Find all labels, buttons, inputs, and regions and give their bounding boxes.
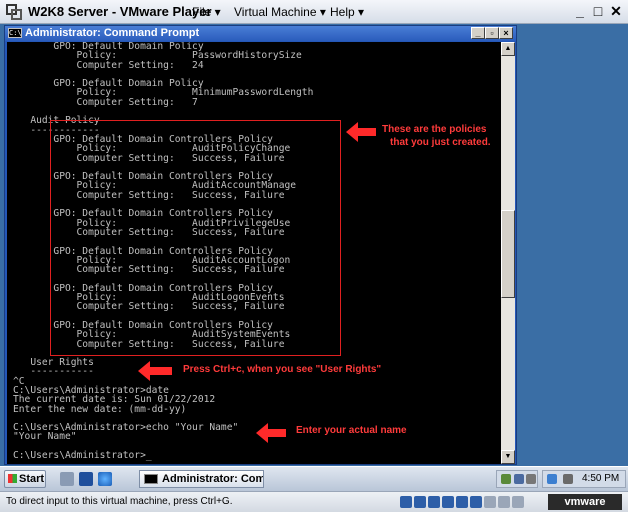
network-adapter-device-icon[interactable] xyxy=(442,496,454,508)
user-rights-note: Press Ctrl+c, when you see "User Rights" xyxy=(183,364,382,375)
message-device-icon[interactable] xyxy=(512,496,524,508)
guest-desktop[interactable]: C:\ Administrator: Command Prompt _ ▫ × … xyxy=(0,24,628,491)
arrow-policies-icon xyxy=(346,122,376,142)
policies-note-line1: These are the policies xyxy=(382,124,487,135)
close-button[interactable]: ✕ xyxy=(608,3,624,20)
vmware-app-icon xyxy=(6,4,22,20)
arrow-name-icon xyxy=(256,423,286,443)
scroll-thumb[interactable] xyxy=(501,210,515,298)
speaker-tray-icon[interactable] xyxy=(563,474,573,484)
display-device-icon[interactable] xyxy=(498,496,510,508)
console-scrollbar[interactable]: ▲ ▼ xyxy=(501,42,515,464)
menu-file[interactable]: File ▾ xyxy=(192,5,221,19)
taskbar-item-command-prompt[interactable]: Administrator: Comm... xyxy=(139,470,264,488)
hard-disk-device-icon[interactable] xyxy=(400,496,412,508)
cmd-minimize-button[interactable]: _ xyxy=(471,27,485,39)
start-label: Start xyxy=(19,473,45,485)
cd-drive-device-icon[interactable] xyxy=(414,496,426,508)
cmd-icon: C:\ xyxy=(8,28,22,38)
cmd-close-button[interactable]: × xyxy=(499,27,513,39)
audit-policy-highlight-box xyxy=(50,120,341,356)
vmware-window-title: W2K8 Server - VMware Player xyxy=(28,4,212,19)
vmware-status-bar: To direct input to this virtual machine,… xyxy=(0,491,628,512)
cmd-maximize-button[interactable]: ▫ xyxy=(485,27,499,39)
status-message: To direct input to this virtual machine,… xyxy=(6,496,233,507)
printer-device-icon[interactable] xyxy=(484,496,496,508)
volume-tray-icon[interactable] xyxy=(547,474,557,484)
start-button[interactable]: Start xyxy=(4,470,46,488)
maximize-button[interactable]: □ xyxy=(590,3,606,19)
arrow-user-rights-icon xyxy=(138,361,172,381)
taskbar-item-label: Administrator: Comm... xyxy=(162,473,264,485)
windows-logo-icon xyxy=(8,474,17,483)
vmware-logo: vmware xyxy=(548,494,622,510)
minimize-button[interactable]: _ xyxy=(572,3,588,19)
internet-explorer-icon[interactable] xyxy=(98,472,112,486)
menu-help[interactable]: Help ▾ xyxy=(330,5,364,19)
menu-virtual-machine[interactable]: Virtual Machine ▾ xyxy=(234,5,326,19)
cmd-taskbar-icon xyxy=(144,474,158,484)
tray-app-icon[interactable] xyxy=(514,474,524,484)
cmd-titlebar[interactable]: C:\ Administrator: Command Prompt _ ▫ × xyxy=(5,26,516,41)
floppy-device-icon[interactable] xyxy=(428,496,440,508)
powershell-icon[interactable] xyxy=(79,472,93,486)
network-tray-icon[interactable] xyxy=(501,474,511,484)
cmd-window-title: Administrator: Command Prompt xyxy=(25,27,200,39)
taskbar-clock[interactable]: 4:50 PM xyxy=(582,473,619,484)
server-manager-icon[interactable] xyxy=(60,472,74,486)
scroll-down-button[interactable]: ▼ xyxy=(501,450,515,464)
policies-note-line2: that you just created. xyxy=(390,137,491,148)
scroll-up-button[interactable]: ▲ xyxy=(501,42,515,56)
name-note: Enter your actual name xyxy=(296,425,407,436)
tray-area-left xyxy=(496,470,538,488)
tray-keyboard-icon[interactable] xyxy=(526,474,536,484)
vmware-titlebar: W2K8 Server - VMware Player File ▾ Virtu… xyxy=(0,0,628,24)
usb-device-icon[interactable] xyxy=(456,496,468,508)
sound-device-icon[interactable] xyxy=(470,496,482,508)
taskbar: Start Administrator: Comm... 4:50 PM xyxy=(0,466,628,491)
